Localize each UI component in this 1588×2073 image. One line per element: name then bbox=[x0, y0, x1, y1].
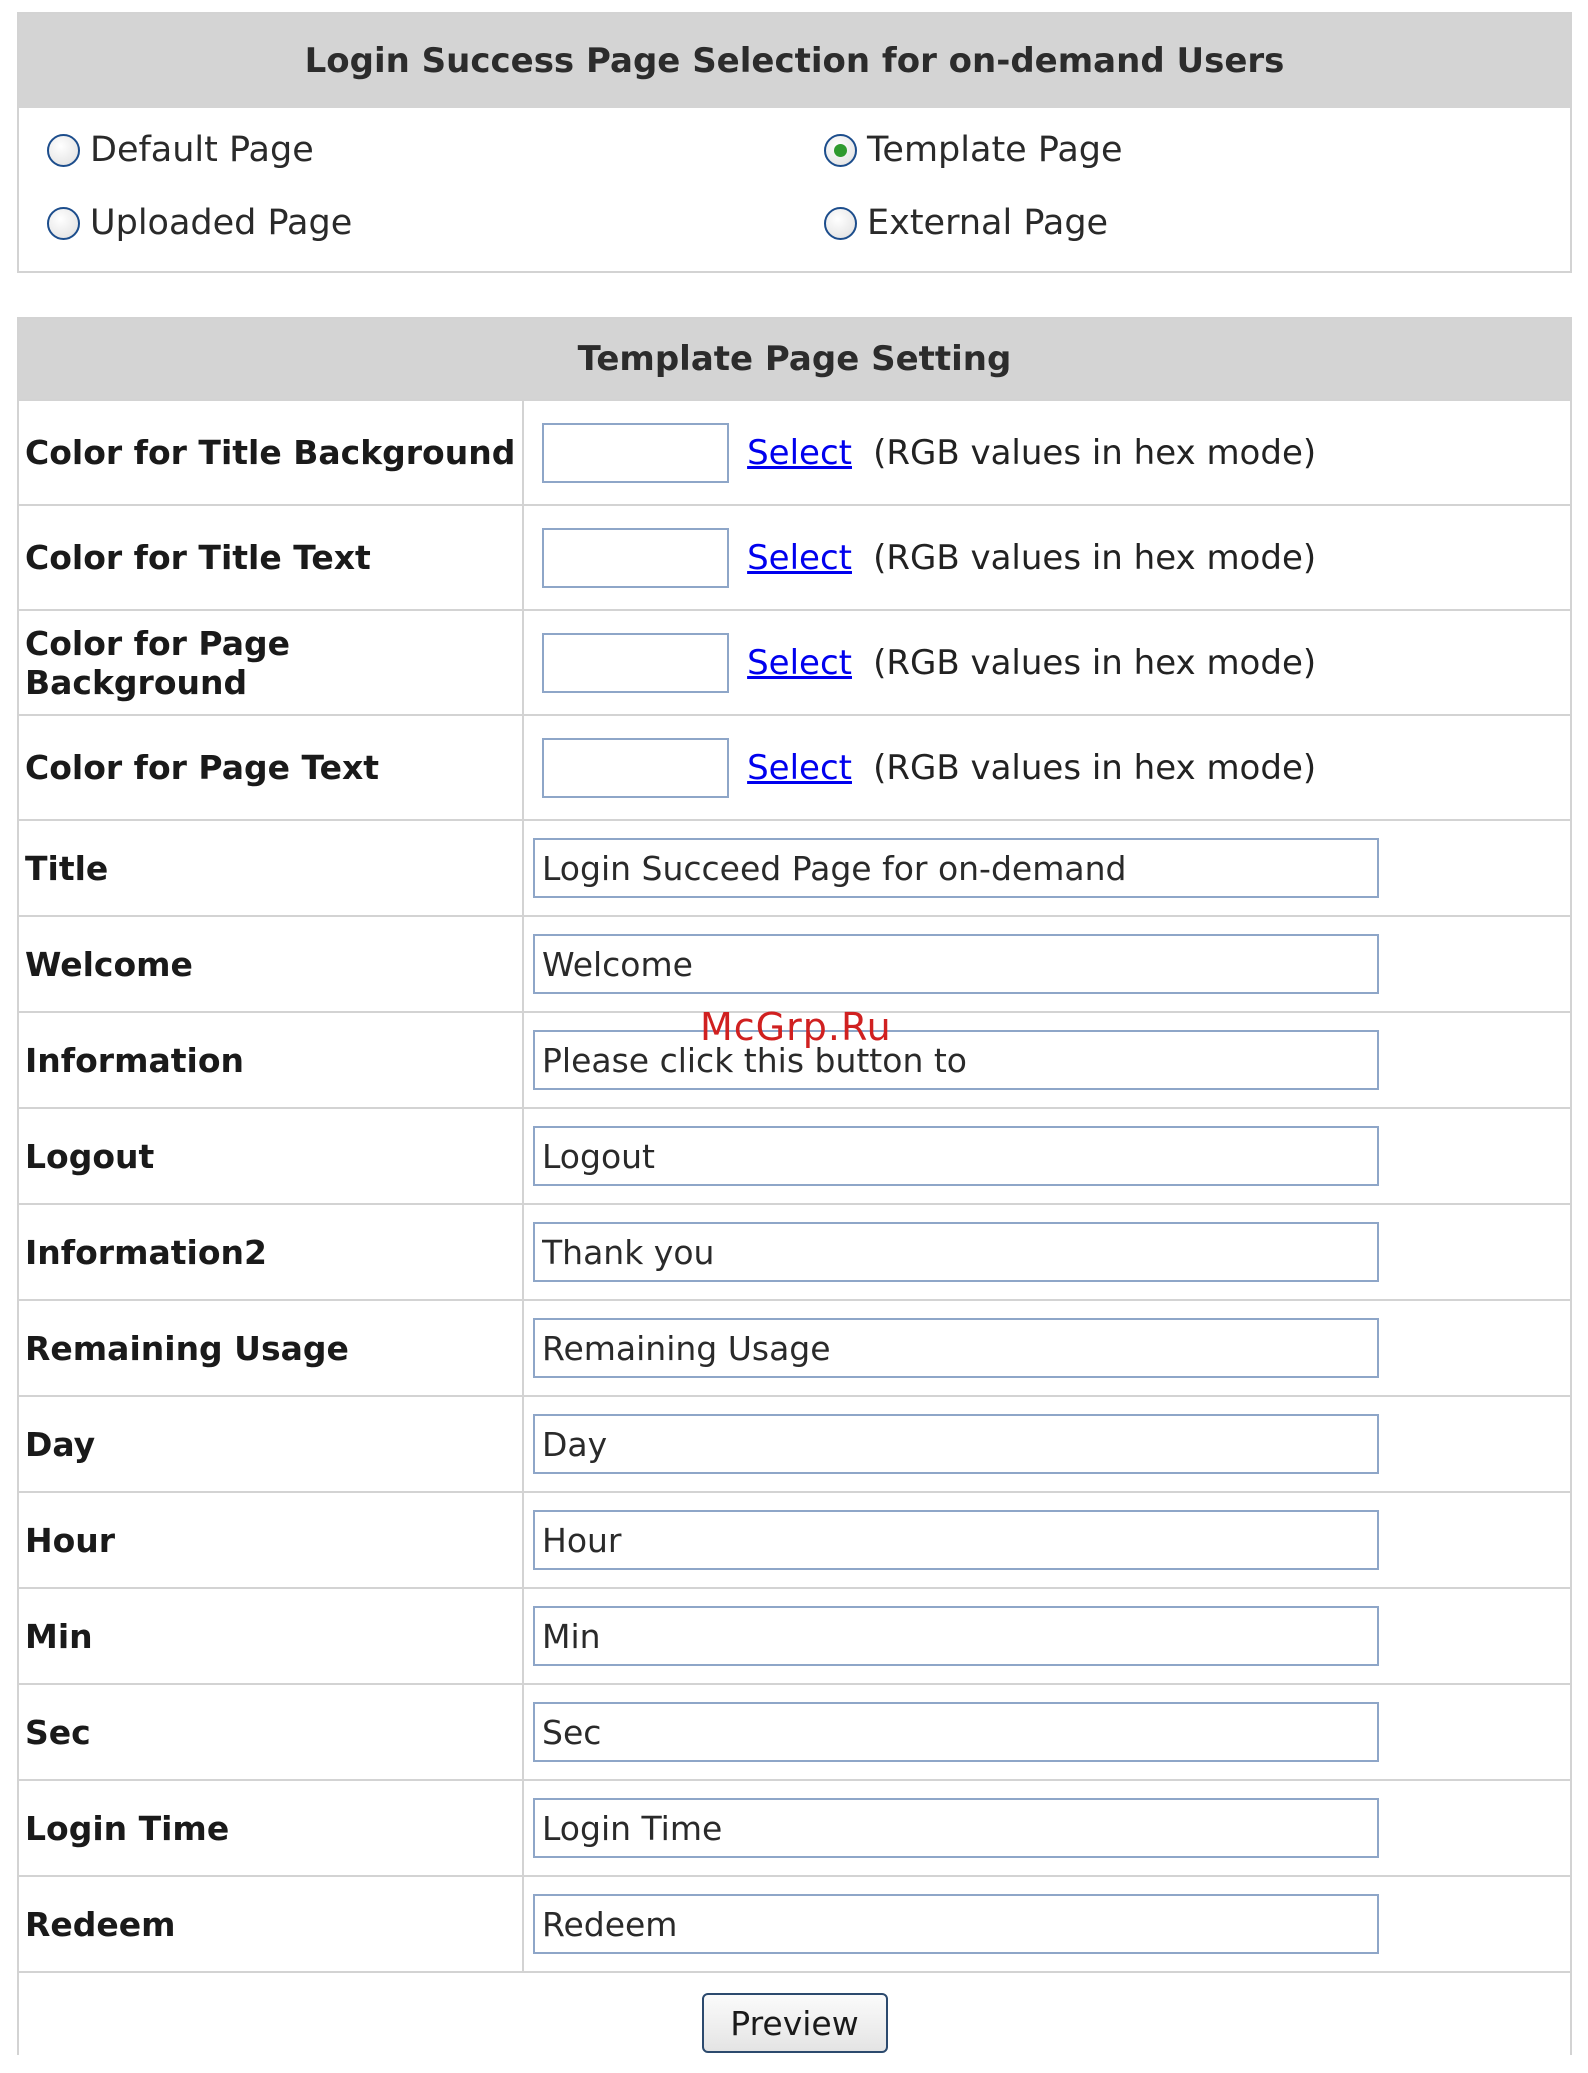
row-label: Title bbox=[19, 819, 524, 916]
radio-button-icon[interactable] bbox=[47, 206, 80, 240]
row-label: Information2 bbox=[19, 1203, 524, 1300]
row-label: Day bbox=[19, 1395, 524, 1492]
color-row-page-text: Color for Page Text Select (RGB values i… bbox=[19, 714, 1570, 820]
radio-button-checked-icon[interactable] bbox=[824, 133, 857, 167]
row-value-cell: Select (RGB values in hex mode) bbox=[523, 609, 1570, 715]
sec-input[interactable] bbox=[533, 1702, 1379, 1762]
row-value-cell bbox=[523, 1875, 1570, 1972]
row-value-cell bbox=[523, 1491, 1570, 1588]
row-value-cell bbox=[523, 1683, 1570, 1780]
radio-template-page[interactable]: Template Page bbox=[824, 130, 1123, 170]
page-text-color-input[interactable] bbox=[542, 737, 729, 798]
radio-label: Uploaded Page bbox=[90, 203, 353, 243]
row-label: Color for Page Text bbox=[19, 714, 524, 820]
row-label: Logout bbox=[19, 1107, 524, 1204]
login-time-input[interactable] bbox=[533, 1798, 1379, 1858]
radio-button-icon[interactable] bbox=[824, 206, 857, 240]
information-input[interactable] bbox=[533, 1030, 1379, 1090]
text-row-remaining-usage: Remaining Usage bbox=[19, 1299, 1570, 1396]
radio-button-icon[interactable] bbox=[47, 133, 80, 167]
text-row-redeem: Redeem bbox=[19, 1875, 1570, 1972]
row-value-cell bbox=[523, 1107, 1570, 1204]
text-row-min: Min bbox=[19, 1587, 1570, 1684]
row-value-cell bbox=[523, 1011, 1570, 1108]
logout-input[interactable] bbox=[533, 1126, 1379, 1186]
radio-label: Default Page bbox=[90, 130, 314, 170]
row-value-cell bbox=[523, 1587, 1570, 1684]
row-label: Information bbox=[19, 1011, 524, 1108]
selection-panel-title: Login Success Page Selection for on-dema… bbox=[19, 14, 1570, 108]
row-label: Redeem bbox=[19, 1875, 524, 1972]
row-value-cell bbox=[523, 1203, 1570, 1300]
radio-external-page[interactable]: External Page bbox=[824, 203, 1108, 243]
row-value-cell bbox=[523, 819, 1570, 916]
row-label: Login Time bbox=[19, 1779, 524, 1876]
rgb-hint-text: (RGB values in hex mode) bbox=[873, 432, 1317, 473]
row-label: Min bbox=[19, 1587, 524, 1684]
row-value-cell bbox=[523, 1779, 1570, 1876]
text-row-welcome: Welcome bbox=[19, 915, 1570, 1012]
page-type-radio-group: Default Page Template Page Uploaded Page… bbox=[19, 108, 1570, 271]
title-background-color-input[interactable] bbox=[542, 422, 729, 483]
template-panel-title: Template Page Setting bbox=[19, 319, 1570, 399]
rgb-hint-text: (RGB values in hex mode) bbox=[873, 537, 1317, 578]
text-row-logout: Logout bbox=[19, 1107, 1570, 1204]
row-value-cell: Select (RGB values in hex mode) bbox=[523, 504, 1570, 610]
min-input[interactable] bbox=[533, 1606, 1379, 1666]
row-label: Remaining Usage bbox=[19, 1299, 524, 1396]
rgb-hint-text: (RGB values in hex mode) bbox=[873, 642, 1317, 683]
template-settings-table: Color for Title Background Select (RGB v… bbox=[19, 399, 1570, 2073]
row-label: Color for Title Text bbox=[19, 504, 524, 610]
rgb-hint-text: (RGB values in hex mode) bbox=[873, 747, 1317, 788]
watermark-text: McGrp.Ru bbox=[700, 1005, 892, 1049]
radio-default-page[interactable]: Default Page bbox=[47, 130, 314, 170]
color-row-page-background: Color for Page Background Select (RGB va… bbox=[19, 609, 1570, 715]
row-label: Color for Page Background bbox=[19, 609, 524, 715]
remaining-usage-input[interactable] bbox=[533, 1318, 1379, 1378]
page-background-color-input[interactable] bbox=[542, 632, 729, 693]
row-label: Color for Title Background bbox=[19, 399, 524, 505]
radio-label: External Page bbox=[867, 203, 1109, 243]
text-row-hour: Hour bbox=[19, 1491, 1570, 1588]
row-value-cell: Select (RGB values in hex mode) bbox=[523, 714, 1570, 820]
preview-cell: Preview bbox=[19, 1971, 1570, 2073]
preview-button[interactable]: Preview bbox=[701, 1993, 888, 2053]
day-input[interactable] bbox=[533, 1414, 1379, 1474]
page-selection-panel: Login Success Page Selection for on-dema… bbox=[17, 12, 1572, 273]
template-settings-panel: Template Page Setting Color for Title Ba… bbox=[17, 317, 1572, 2073]
text-row-login-time: Login Time bbox=[19, 1779, 1570, 1876]
row-value-cell: Select (RGB values in hex mode) bbox=[523, 399, 1570, 505]
select-color-link[interactable]: Select bbox=[747, 538, 852, 578]
row-label: Sec bbox=[19, 1683, 524, 1780]
radio-label: Template Page bbox=[867, 130, 1123, 170]
text-row-day: Day bbox=[19, 1395, 1570, 1492]
color-row-title-text: Color for Title Text Select (RGB values … bbox=[19, 504, 1570, 610]
row-label: Welcome bbox=[19, 915, 524, 1012]
information2-input[interactable] bbox=[533, 1222, 1379, 1282]
welcome-input[interactable] bbox=[533, 934, 1379, 994]
color-row-title-background: Color for Title Background Select (RGB v… bbox=[19, 399, 1570, 505]
title-input[interactable] bbox=[533, 838, 1379, 898]
select-color-link[interactable]: Select bbox=[747, 748, 852, 788]
text-row-sec: Sec bbox=[19, 1683, 1570, 1780]
title-text-color-input[interactable] bbox=[542, 527, 729, 588]
select-color-link[interactable]: Select bbox=[747, 433, 852, 473]
preview-row: Preview bbox=[19, 1971, 1570, 2073]
row-value-cell bbox=[523, 915, 1570, 1012]
row-value-cell bbox=[523, 1299, 1570, 1396]
redeem-input[interactable] bbox=[533, 1894, 1379, 1954]
row-value-cell bbox=[523, 1395, 1570, 1492]
row-label: Hour bbox=[19, 1491, 524, 1588]
text-row-title: Title bbox=[19, 819, 1570, 916]
select-color-link[interactable]: Select bbox=[747, 643, 852, 683]
text-row-information2: Information2 bbox=[19, 1203, 1570, 1300]
hour-input[interactable] bbox=[533, 1510, 1379, 1570]
radio-uploaded-page[interactable]: Uploaded Page bbox=[47, 203, 352, 243]
